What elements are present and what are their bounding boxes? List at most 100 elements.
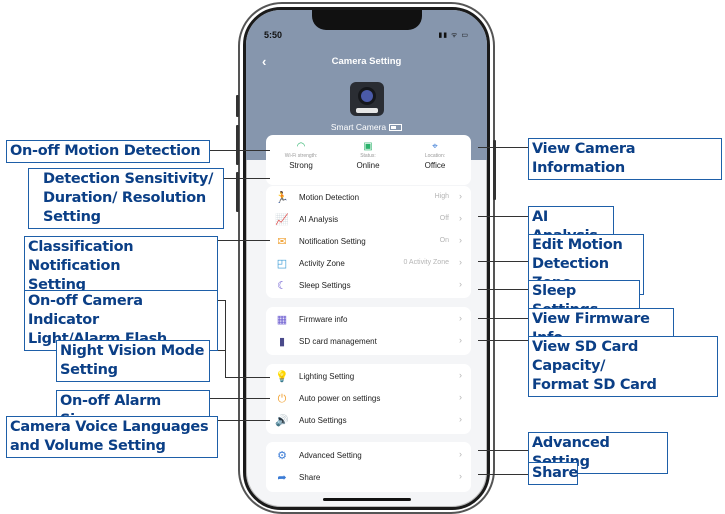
callout-text: Edit Motion <box>532 237 623 253</box>
firmware-icon: ▦ <box>276 314 288 326</box>
row-label: Sleep Settings <box>299 281 351 290</box>
status-label: Status: <box>360 153 376 159</box>
leader-line <box>478 261 528 262</box>
leader-line <box>478 147 528 148</box>
row-firmware-info[interactable]: ▦ Firmware info › <box>266 309 471 331</box>
row-label: AI Analysis <box>299 215 339 224</box>
wifi-value: Strong <box>289 161 313 170</box>
callout-text: Format SD Card <box>532 377 657 393</box>
callout-text: On-off Camera Indicator <box>28 293 143 328</box>
row-sd-card-management[interactable]: ▮ SD card management › <box>266 331 471 353</box>
row-advanced-setting[interactable]: ⚙ Advanced Setting › <box>266 445 471 467</box>
row-activity-zone[interactable]: ◰ Activity Zone 0 Activity Zone › <box>266 253 471 275</box>
callout-camera-voice-languages: Camera Voice Languages and Volume Settin… <box>6 416 218 458</box>
callout-text: Night Vision Mode <box>60 343 205 359</box>
chevron-right-icon: › <box>459 335 462 345</box>
ai-analysis-icon: 📈 <box>275 214 289 226</box>
detection-settings-card: 🏃 Motion Detection High › 📈 AI Analysis … <box>266 186 471 298</box>
row-label: Motion Detection <box>299 193 360 202</box>
row-auto-power-on[interactable]: ⏻ Auto power on settings › <box>266 388 471 410</box>
phone-side-button <box>236 125 239 165</box>
activity-zone-icon: ◰ <box>276 258 288 270</box>
status-time: 5:50 <box>264 30 283 40</box>
chevron-right-icon: › <box>459 414 462 424</box>
callout-text: On-off Motion Detection <box>10 143 201 159</box>
camera-name-text: Smart Camera <box>330 122 387 132</box>
location-label: Location: <box>424 153 446 159</box>
leader-line <box>218 420 270 421</box>
advanced-setting-icon: ⚙ <box>277 450 287 462</box>
auto-power-icon: ⏻ <box>277 393 287 405</box>
leader-line <box>478 289 528 290</box>
location-info: ⌖ Location: Office <box>405 141 465 170</box>
callout-classification-notification: Classification Notification Setting <box>24 236 218 297</box>
callout-text: View SD Card Capacity/ <box>532 339 639 374</box>
wifi-info: ◠ Wi-Fi strength: Strong <box>271 141 331 170</box>
chevron-right-icon: › <box>459 449 462 459</box>
location-icon: ⌖ <box>432 141 438 152</box>
sd-card-icon: ▮ <box>278 336 286 348</box>
row-value: High <box>434 193 449 200</box>
row-label: Activity Zone <box>299 259 345 268</box>
callout-text: Duration/ Resolution <box>43 190 206 206</box>
callout-text: Camera Voice Languages <box>10 419 209 435</box>
callout-night-vision-mode: Night Vision Mode Setting <box>56 340 210 382</box>
chevron-right-icon: › <box>459 370 462 380</box>
leader-line <box>210 398 270 399</box>
status-info: ▣ Status: Online <box>338 141 398 170</box>
status-icons: ▮▮ ᯤ ▭ <box>438 32 469 39</box>
callout-text: Detection Sensitivity/ <box>43 171 214 187</box>
callout-text: Setting <box>43 209 101 225</box>
notification-icon: ✉ <box>277 236 287 248</box>
leader-line <box>478 318 528 319</box>
leader-line <box>478 216 528 217</box>
row-label: Auto power on settings <box>299 394 381 403</box>
motion-detection-icon: 🏃 <box>275 192 289 204</box>
row-label: Auto Settings <box>299 416 347 425</box>
lighting-icon: 💡 <box>275 371 289 383</box>
callout-on-off-motion-detection: On-off Motion Detection <box>6 140 210 163</box>
wifi-icon: ◠ <box>296 141 306 152</box>
chevron-right-icon: › <box>459 235 462 245</box>
leader-line <box>478 474 528 475</box>
callout-view-sd-card-capacity: View SD Card Capacity/ Format SD Card <box>528 336 718 397</box>
status-icon: ▣ <box>363 141 373 152</box>
row-label: SD card management <box>299 337 377 346</box>
row-motion-detection[interactable]: 🏃 Motion Detection High › <box>266 187 471 209</box>
row-value: On <box>439 237 449 244</box>
row-label: Lighting Setting <box>299 372 355 381</box>
home-indicator <box>323 498 411 501</box>
feature-settings-card: 💡 Lighting Setting › ⏻ Auto power on set… <box>266 364 471 434</box>
row-lighting-setting[interactable]: 💡 Lighting Setting › <box>266 366 471 388</box>
leader-line <box>218 240 270 241</box>
row-share[interactable]: ➦ Share › <box>266 467 471 489</box>
camera-lens-icon <box>361 90 373 102</box>
advanced-card: ⚙ Advanced Setting › ➦ Share › <box>266 442 471 492</box>
row-label: Notification Setting <box>299 237 366 246</box>
row-sleep-settings[interactable]: ☾ Sleep Settings › <box>266 275 471 297</box>
phone-side-button <box>493 140 496 200</box>
phone-side-button <box>236 95 239 117</box>
row-value: Off <box>439 215 449 222</box>
row-value: 0 Activity Zone <box>403 259 449 266</box>
chevron-right-icon: › <box>459 279 462 289</box>
row-label: Advanced Setting <box>299 451 362 460</box>
row-notification-setting[interactable]: ✉ Notification Setting On › <box>266 231 471 253</box>
row-ai-analysis[interactable]: 📈 AI Analysis Off › <box>266 209 471 231</box>
camera-name: Smart Camera <box>246 122 487 132</box>
phone-screen: 5:50 ▮▮ ᯤ ▭ ‹ Camera Setting Smart Camer… <box>243 7 490 510</box>
camera-info-card[interactable]: ◠ Wi-Fi strength: Strong ▣ Status: Onlin… <box>266 135 471 185</box>
callout-text: Classification Notification <box>28 239 134 274</box>
leader-line <box>478 450 528 451</box>
leader-line <box>210 150 270 151</box>
device-info-card: ▦ Firmware info › ▮ SD card management › <box>266 307 471 355</box>
chevron-right-icon: › <box>459 471 462 481</box>
share-icon: ➦ <box>277 472 287 484</box>
row-label: Share <box>299 473 321 482</box>
camera-base <box>356 108 378 113</box>
leader-line <box>224 178 270 179</box>
leader-line <box>225 377 270 378</box>
row-auto-settings[interactable]: 🔊 Auto Settings › <box>266 410 471 432</box>
callout-text: View Camera Information <box>532 141 636 176</box>
leader-line <box>478 340 528 341</box>
